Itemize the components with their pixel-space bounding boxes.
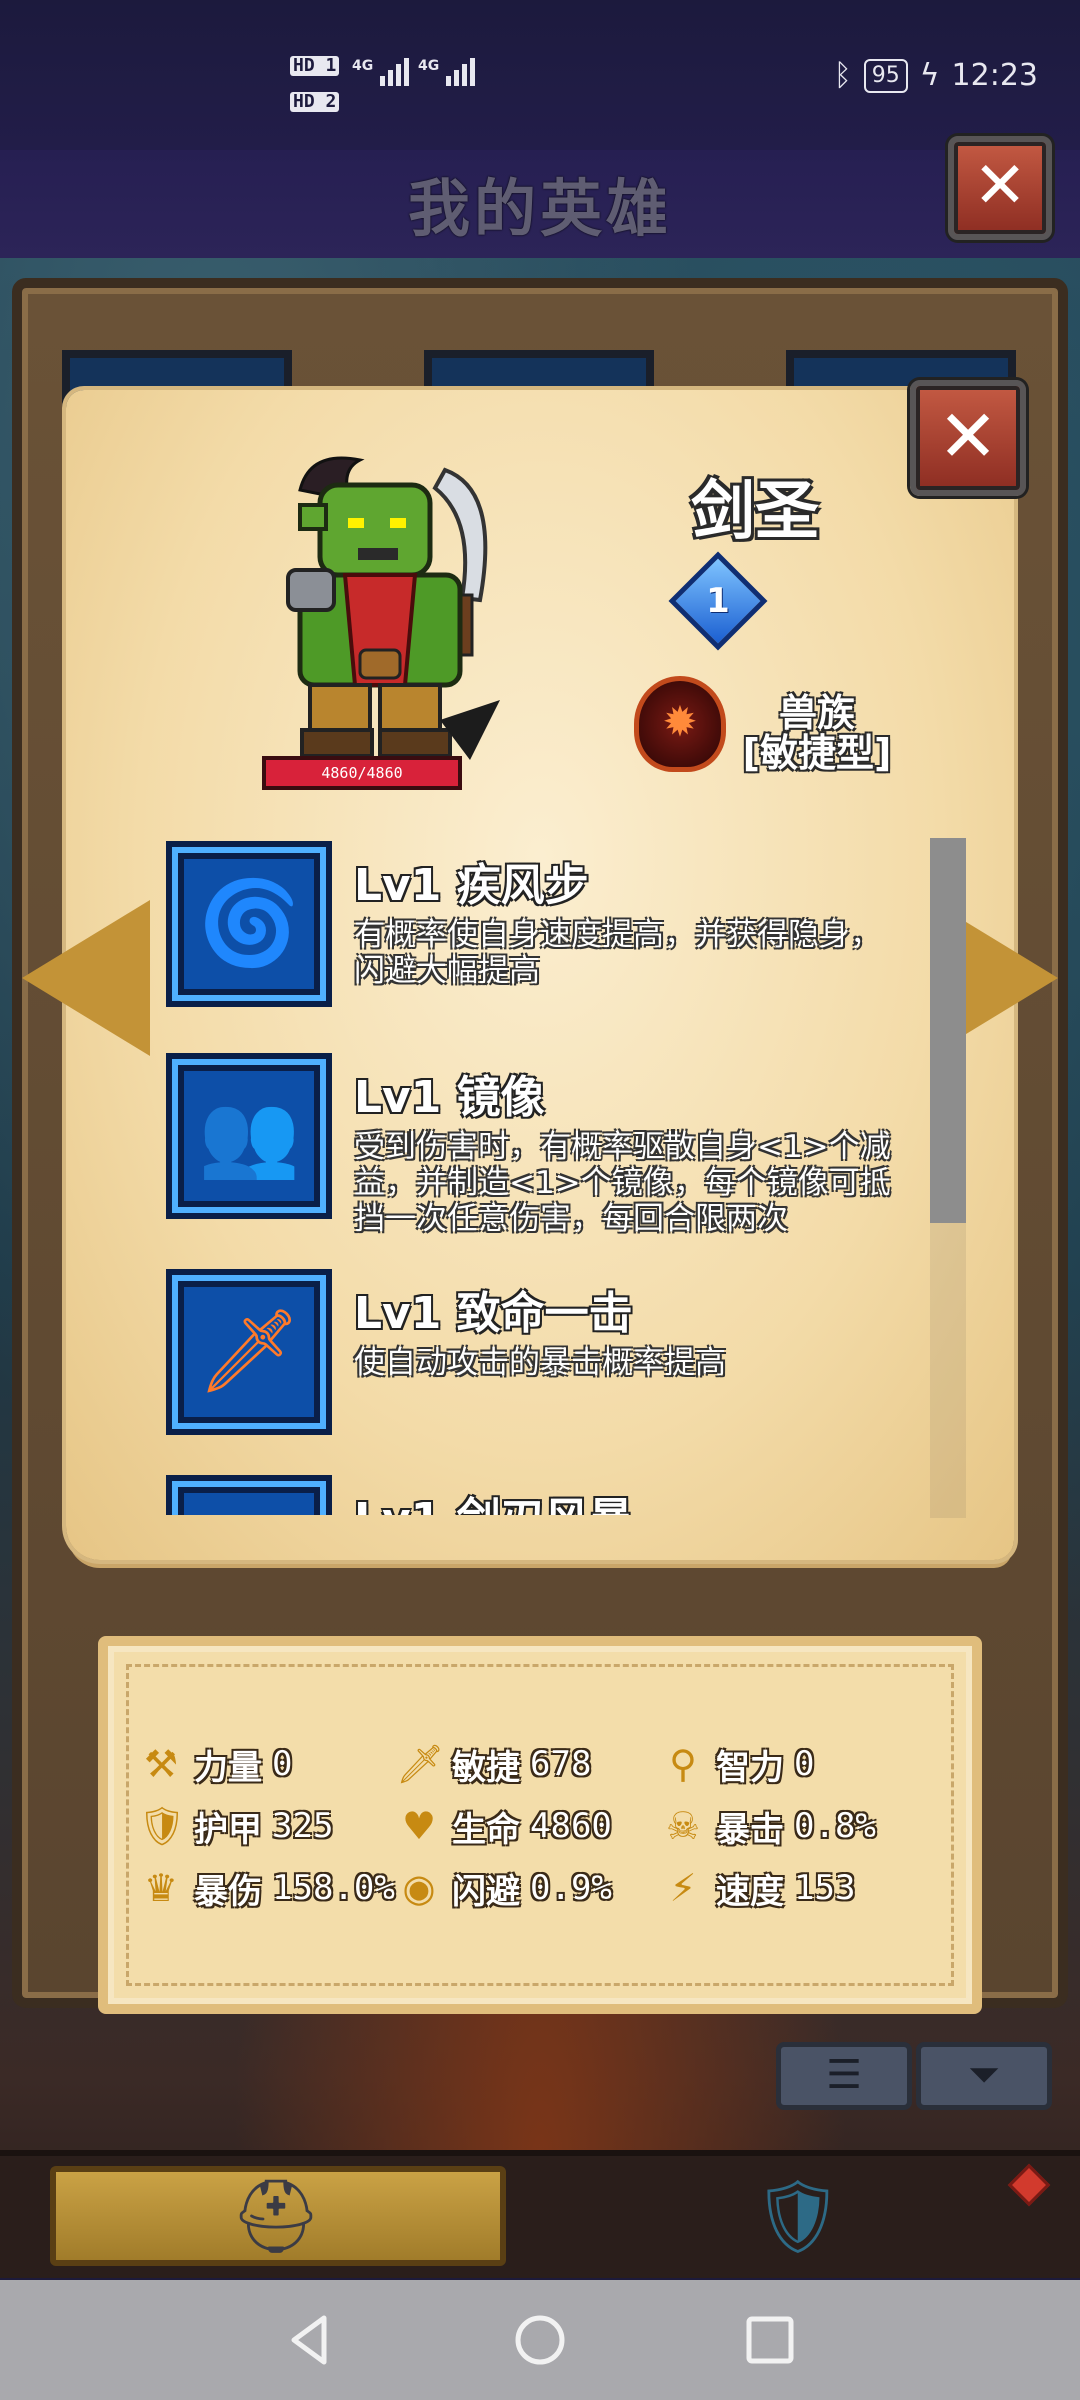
tornado-icon: 🌀 xyxy=(166,841,332,1007)
skull-icon: ☠ xyxy=(665,1804,701,1848)
skill-title: Lv1 疾风步 xyxy=(354,860,589,911)
stat-value: 4860 xyxy=(530,1806,612,1846)
skill-list[interactable]: 🌀 Lv1 疾风步 有概率使自身速度提高，并获得隐身，闪避大幅提高 👥 Lv1 … xyxy=(160,835,920,1515)
shield-icon: 🛡 xyxy=(138,1803,187,1848)
sim2-label: HD 2 xyxy=(290,92,340,112)
stat-label: 速度 xyxy=(716,1871,784,1912)
stat-label: 闪避 xyxy=(452,1871,520,1912)
bluetooth-icon: ᛒ xyxy=(833,58,852,93)
close-page-button[interactable]: ✕ xyxy=(948,136,1052,240)
dagger-icon: 🗡 xyxy=(396,1741,445,1786)
signal-strength-2-icon: 4G xyxy=(418,58,476,86)
stat-label: 暴伤 xyxy=(194,1871,262,1912)
hero-sprite-orc-blademaster xyxy=(286,456,500,760)
sim-indicators: HD 1 HD 2 xyxy=(290,48,340,120)
network-type-1: 4G xyxy=(352,58,374,74)
hero-type: [敏捷型] xyxy=(742,731,892,775)
axe-icon: ⚒ xyxy=(143,1742,179,1786)
armor-icon[interactable]: 🛡 xyxy=(748,2166,848,2266)
home-icon[interactable] xyxy=(510,2310,570,2370)
back-icon[interactable] xyxy=(280,2310,340,2370)
stat-crit-damage: ♛ 暴伤 158.0% xyxy=(138,1862,395,1914)
recent-apps-icon[interactable] xyxy=(740,2310,800,2370)
list-view-button[interactable]: ☰ xyxy=(776,2042,912,2110)
orc-faction-emblem-icon: ✹ xyxy=(634,676,726,772)
stat-crit-rate: ☠ 暴击 0.8% xyxy=(660,1800,876,1852)
battery-indicator: 95 xyxy=(863,58,908,93)
stat-armor: 🛡 护甲 325 xyxy=(138,1800,333,1852)
stat-value: 0 xyxy=(272,1744,293,1784)
stat-value: 0 xyxy=(794,1744,815,1784)
stat-label: 护甲 xyxy=(194,1809,262,1850)
eye-icon: ◉ xyxy=(402,1866,436,1910)
stat-value: 0.9% xyxy=(530,1868,612,1908)
status-bar: HD 1 HD 2 4G 4G ᛒ 95 ϟ 12:23 xyxy=(0,0,1080,150)
signal-strength-1-icon: 4G xyxy=(352,58,410,86)
horned-helmet-icon[interactable]: ⛑ xyxy=(226,2166,326,2266)
close-card-button[interactable]: ✕ xyxy=(910,380,1026,496)
heart-icon: ♥ xyxy=(401,1804,437,1848)
skill-title: Lv1 剑刃风暴 xyxy=(354,1483,633,1515)
stat-label: 生命 xyxy=(452,1809,520,1850)
stat-speed: ⚡ 速度 153 xyxy=(660,1862,856,1914)
flaming-sword-icon: 🗡 xyxy=(166,1269,332,1435)
stat-health: ♥ 生命 4860 xyxy=(396,1800,612,1852)
mirror-image-icon: 👥 xyxy=(166,1053,332,1219)
stat-value: 678 xyxy=(530,1744,592,1784)
skill-item[interactable]: 🌪 Lv1 剑刃风暴 xyxy=(160,1469,920,1515)
skill-item[interactable]: 🗡 Lv1 致命一击 使自动攻击的暴击概率提高 xyxy=(160,1263,920,1463)
skill-item[interactable]: 👥 Lv1 镜像 受到伤害时，有概率驱散自身<1>个减益，并制造<1>个镜像，每… xyxy=(160,1047,920,1247)
skill-description: 受到伤害时，有概率驱散自身<1>个减益，并制造<1>个镜像，每个镜像可抵挡一次任… xyxy=(354,1129,891,1237)
skill-title: Lv1 致命一击 xyxy=(354,1288,633,1339)
skill-title: Lv1 镜像 xyxy=(354,1072,545,1123)
stat-value: 0.8% xyxy=(794,1806,876,1846)
clock: 12:23 xyxy=(951,58,1038,93)
stat-label: 力量 xyxy=(194,1747,262,1788)
blade-storm-icon: 🌪 xyxy=(166,1475,332,1515)
stat-dodge: ◉ 闪避 0.9% xyxy=(396,1862,612,1914)
staff-icon: ⚲ xyxy=(669,1742,697,1786)
stat-agility: 🗡 敏捷 678 xyxy=(396,1738,591,1790)
page-title: 我的英雄 xyxy=(407,172,672,245)
stat-label: 暴击 xyxy=(716,1809,784,1850)
skill-scrollbar-thumb[interactable] xyxy=(930,838,966,1223)
skill-description: 有概率使自身速度提高，并获得隐身，闪避大幅提高 xyxy=(354,917,881,989)
lightning-icon: ⚡ xyxy=(669,1866,697,1910)
filter-button[interactable]: ⏷ xyxy=(916,2042,1052,2110)
network-type-2: 4G xyxy=(418,58,440,74)
previous-hero-arrow-icon[interactable] xyxy=(22,900,150,1056)
stat-label: 敏捷 xyxy=(452,1747,520,1788)
skill-description: 使自动攻击的暴击概率提高 xyxy=(354,1345,726,1381)
list-icon: ☰ xyxy=(826,2052,862,2098)
filter-icon: ⏷ xyxy=(968,2052,1000,2098)
close-icon: ✕ xyxy=(937,394,999,478)
status-right: ᛒ 95 ϟ 12:23 xyxy=(834,58,1038,93)
stat-strength: ⚒ 力量 0 xyxy=(138,1738,293,1790)
crown-burst-icon: ♛ xyxy=(143,1866,179,1910)
stat-value: 153 xyxy=(794,1868,856,1908)
stat-value: 158.0% xyxy=(272,1868,395,1908)
hero-level: 1 xyxy=(706,581,730,621)
hero-hp-bar: 4860/4860 xyxy=(262,756,462,790)
charging-bolt-icon: ϟ xyxy=(919,58,940,93)
stat-label: 智力 xyxy=(716,1747,784,1788)
skill-item[interactable]: 🌀 Lv1 疾风步 有概率使自身速度提高，并获得隐身，闪避大幅提高 xyxy=(160,835,920,1035)
stat-value: 325 xyxy=(272,1806,334,1846)
hero-name: 剑圣 xyxy=(691,475,819,549)
close-icon: ✕ xyxy=(973,149,1027,223)
sim1-label: HD 1 xyxy=(290,56,340,76)
stat-intelligence: ⚲ 智力 0 xyxy=(660,1738,814,1790)
